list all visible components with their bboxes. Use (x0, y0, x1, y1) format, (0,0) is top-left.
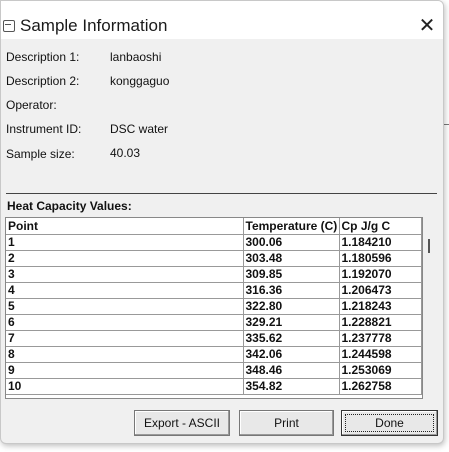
table-row[interactable]: 1 300.06 1.184210 (6, 234, 422, 251)
heat-capacity-grid[interactable]: Point Temperature (C) Cp J/g C 1 300.06 1.… (5, 217, 423, 399)
heat-capacity-title: Heat Capacity Values: (7, 199, 132, 213)
section-divider (6, 193, 437, 194)
table-row[interactable]: 5 322.80 1.218243 (6, 298, 422, 315)
description-2-label: Description 2: (6, 74, 80, 88)
print-label: Print (274, 416, 299, 430)
table-row[interactable]: 6 329.21 1.228821 (6, 314, 422, 331)
temperature-cell: 309.85 (243, 266, 340, 283)
column-header-point: Point (6, 218, 244, 235)
temperature-cell: 322.80 (243, 298, 340, 315)
table-row[interactable]: 4 316.36 1.206473 (6, 282, 422, 299)
description-1-value: lanbaoshi (110, 50, 162, 64)
done-button[interactable]: Done (341, 410, 438, 436)
temperature-cell: 303.48 (243, 250, 340, 267)
cp-cell: 1.244598 (339, 346, 422, 363)
cp-cell: 1.262758 (339, 378, 422, 395)
window-icon (3, 20, 15, 32)
temperature-cell: 329.21 (243, 314, 340, 331)
point-cell: 6 (6, 314, 244, 331)
table-row[interactable]: 10 354.82 1.262758 (6, 378, 422, 395)
cp-cell: 1.206473 (339, 282, 422, 299)
point-cell: 7 (6, 330, 244, 347)
column-header-temperature: Temperature (C) (243, 218, 340, 235)
close-button[interactable]: ✕ (413, 13, 441, 39)
point-cell: 2 (6, 250, 244, 267)
cp-cell: 1.228821 (339, 314, 422, 331)
sample-size-value: 40.03 (110, 146, 141, 160)
sample-size-label: Sample size: (6, 147, 75, 161)
cp-cell: 1.237778 (339, 330, 422, 347)
export-ascii-button[interactable]: Export - ASCII (134, 410, 230, 436)
cp-cell: 1.253069 (339, 362, 422, 379)
cp-cell: 1.180596 (339, 250, 422, 267)
operator-label: Operator: (6, 98, 57, 112)
point-cell: 4 (6, 282, 244, 299)
cp-cell: 1.184210 (339, 234, 422, 251)
title-bar: Sample Information ✕ (1, 1, 443, 39)
grid-scrollbar[interactable] (423, 219, 435, 397)
description-2-value: konggaguo (110, 74, 170, 88)
instrument-id-value: DSC water (110, 122, 169, 136)
column-header-cp: Cp J/g C (339, 218, 422, 235)
table-row[interactable]: 2 303.48 1.180596 (6, 250, 422, 267)
print-button[interactable]: Print (239, 410, 334, 436)
point-cell: 9 (6, 362, 244, 379)
point-cell: 5 (6, 298, 244, 315)
point-cell: 3 (6, 266, 244, 283)
cp-cell: 1.192070 (339, 266, 422, 283)
temperature-cell: 335.62 (243, 330, 340, 347)
table-row[interactable]: 9 348.46 1.253069 (6, 362, 422, 379)
cp-cell: 1.218243 (339, 298, 422, 315)
temperature-cell: 342.06 (243, 346, 340, 363)
scrollbar-thumb[interactable] (428, 239, 430, 253)
instrument-id-label: Instrument ID: (6, 122, 82, 136)
description-1-label: Description 1: (6, 50, 80, 64)
point-cell: 10 (6, 378, 244, 395)
temperature-cell: 348.46 (243, 362, 340, 379)
point-cell: 1 (6, 234, 244, 251)
temperature-cell: 300.06 (243, 234, 340, 251)
point-cell: 8 (6, 346, 244, 363)
dialog-title: Sample Information (20, 16, 168, 35)
done-label: Done (375, 416, 404, 430)
sample-information-dialog: Sample Information ✕ Description 1: lanb… (0, 0, 444, 444)
temperature-cell: 316.36 (243, 282, 340, 299)
heat-capacity-table: Point Temperature (C) Cp J/g C 1 300.06 1.… (6, 218, 422, 395)
temperature-cell: 354.82 (243, 378, 340, 395)
table-row[interactable]: 7 335.62 1.237778 (6, 330, 422, 347)
table-row[interactable]: 3 309.85 1.192070 (6, 266, 422, 283)
export-ascii-label: Export - ASCII (143, 416, 221, 430)
table-header-row: Point Temperature (C) Cp J/g C (6, 218, 422, 235)
table-row[interactable]: 8 342.06 1.244598 (6, 346, 422, 363)
